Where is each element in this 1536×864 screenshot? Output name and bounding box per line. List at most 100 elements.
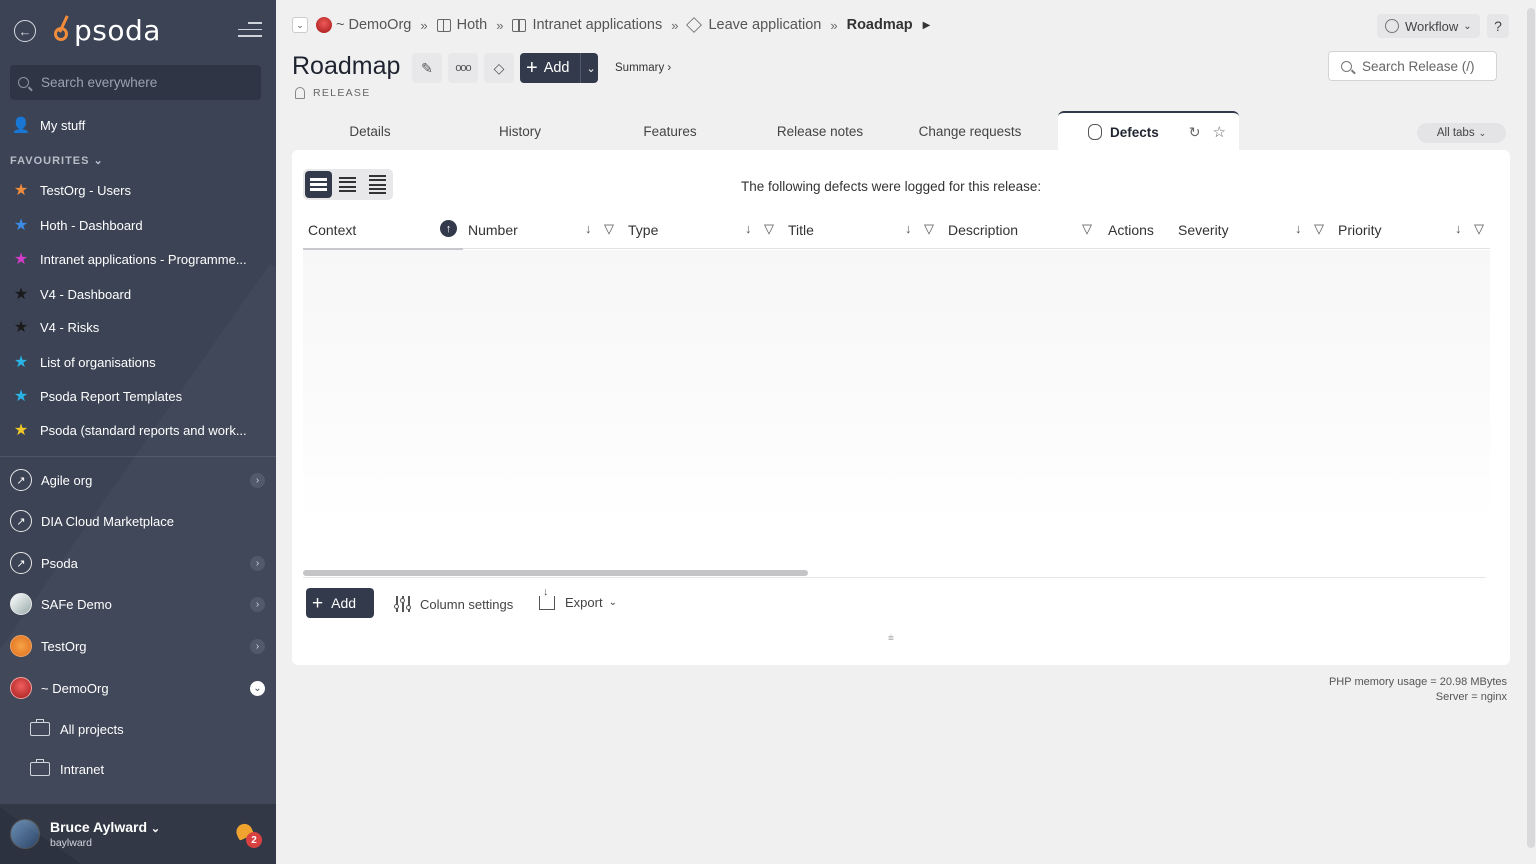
avatar[interactable] xyxy=(10,819,40,849)
breadcrumb-item[interactable]: ~ DemoOrg xyxy=(336,17,411,33)
sidebar-item-all-projects[interactable]: All projects xyxy=(30,714,124,744)
org-item-psoda[interactable]: ↗ Psoda › xyxy=(0,543,276,583)
vertical-scrollbar[interactable] xyxy=(1526,0,1536,864)
filter-icon[interactable]: ▽ xyxy=(604,221,614,237)
global-search[interactable] xyxy=(10,65,261,100)
chevron-down-icon[interactable]: ⌄ xyxy=(250,680,265,696)
dense-view-button[interactable] xyxy=(364,171,391,198)
help-button[interactable]: ? xyxy=(1487,14,1509,38)
org-label: DIA Cloud Marketplace xyxy=(41,513,174,529)
org-item-agile-org[interactable]: ↗ Agile org › xyxy=(0,460,276,500)
user-icon: 👤 xyxy=(11,117,31,134)
comfortable-view-button[interactable] xyxy=(305,171,333,198)
sort-icon[interactable]: ↓ xyxy=(1455,221,1462,236)
workflow-button[interactable]: Workflow ⌄ xyxy=(1377,14,1480,38)
column-header-description[interactable]: Description xyxy=(948,222,1018,238)
breadcrumb: ⌄ ~ DemoOrg » Hoth » Intranet applicatio… xyxy=(292,14,930,36)
release-search-input[interactable] xyxy=(1362,58,1492,74)
collapse-sidebar-icon[interactable] xyxy=(238,22,262,40)
org-item-safe-demo[interactable]: SAFe Demo › xyxy=(0,584,276,624)
chevron-right-icon[interactable]: › xyxy=(250,555,265,571)
breadcrumb-dropdown-icon[interactable]: ⌄ xyxy=(292,17,308,33)
column-header-severity[interactable]: Severity xyxy=(1178,222,1229,238)
column-header-type[interactable]: Type xyxy=(628,222,658,238)
tab-history[interactable]: History xyxy=(470,124,570,144)
sort-icon[interactable]: ↓ xyxy=(1295,221,1302,236)
refresh-icon[interactable]: ↻ xyxy=(1189,124,1201,141)
caret-right-icon[interactable]: ▶ xyxy=(923,20,931,31)
filter-icon[interactable]: ▽ xyxy=(924,221,934,237)
sort-icon[interactable]: ↓ xyxy=(585,221,592,236)
sliders-icon xyxy=(393,595,412,613)
favourite-item[interactable]: ★ Hoth - Dashboard xyxy=(0,210,276,240)
horizontal-scrollbar[interactable] xyxy=(303,570,808,576)
filter-icon[interactable]: ▽ xyxy=(1474,221,1484,237)
column-header-number[interactable]: Number xyxy=(468,222,518,238)
edit-button[interactable]: ✎ xyxy=(412,53,442,83)
org-item-testorg[interactable]: TestOrg › xyxy=(0,626,276,666)
star-outline-icon[interactable]: ☆ xyxy=(1213,123,1226,141)
table-body xyxy=(303,250,1490,520)
tab-features[interactable]: Features xyxy=(620,124,720,144)
star-icon: ★ xyxy=(13,182,29,199)
server-info: PHP memory usage = 20.98 MBytes Server =… xyxy=(1300,675,1507,705)
tab-defects[interactable]: Defects ↻ ☆ xyxy=(1058,111,1239,151)
favourite-item[interactable]: ★ Intranet applications - Programme... xyxy=(0,244,276,274)
column-header-title[interactable]: Title xyxy=(788,222,814,238)
sort-icon[interactable]: ↓ xyxy=(745,221,752,236)
filter-icon[interactable]: ▽ xyxy=(1314,221,1324,237)
chevron-right-icon[interactable]: › xyxy=(250,596,265,612)
breadcrumb-item[interactable]: Hoth xyxy=(457,17,488,33)
favourite-item[interactable]: ★ V4 - Risks xyxy=(0,312,276,342)
favourite-label: Psoda (standard reports and work... xyxy=(40,422,247,438)
filter-icon[interactable]: ▽ xyxy=(1082,221,1092,237)
org-item-demoorg[interactable]: ~ DemoOrg ⌄ xyxy=(0,668,276,708)
filter-icon[interactable]: ▽ xyxy=(764,221,774,237)
compact-view-button[interactable] xyxy=(334,171,361,198)
tab-details[interactable]: Details xyxy=(320,124,420,144)
breadcrumb-separator-icon: » xyxy=(420,17,428,33)
tab-release-notes[interactable]: Release notes xyxy=(765,124,875,144)
global-search-input[interactable] xyxy=(41,75,241,90)
sidebar-divider xyxy=(0,456,276,457)
add-button[interactable]: + Add ⌄ xyxy=(520,53,598,83)
all-tabs-button[interactable]: All tabs ⌄ xyxy=(1417,123,1506,143)
column-header-context[interactable]: Context xyxy=(308,222,356,238)
chevron-right-icon[interactable]: › xyxy=(250,638,265,654)
export-button[interactable]: Export ⌄ xyxy=(539,586,617,610)
add-defect-button[interactable]: + Add xyxy=(306,588,374,618)
chevron-right-icon[interactable]: › xyxy=(250,472,265,488)
more-options-button[interactable]: ooo xyxy=(448,53,478,83)
notifications-bell-icon[interactable]: 2 xyxy=(233,821,262,848)
breadcrumb-item[interactable]: Intranet applications xyxy=(532,17,662,33)
org-item-dia-cloud-marketplace[interactable]: ↗ DIA Cloud Marketplace xyxy=(0,501,276,541)
tab-change-requests[interactable]: Change requests xyxy=(910,124,1030,144)
sort-icon[interactable]: ↓ xyxy=(905,221,912,236)
sidebar-item-my-stuff[interactable]: 👤 My stuff xyxy=(0,110,276,140)
user-info[interactable]: Bruce Aylward ⌄ baylward xyxy=(50,819,160,849)
user-panel[interactable]: Bruce Aylward ⌄ baylward 2 xyxy=(0,804,276,864)
breadcrumb-item[interactable]: Leave application xyxy=(708,17,821,33)
column-header-priority[interactable]: Priority xyxy=(1338,222,1382,238)
favourite-item[interactable]: ★ List of organisations xyxy=(0,347,276,377)
psoda-logo[interactable]: psoda xyxy=(50,12,161,48)
sidebar-item-label: All projects xyxy=(60,721,124,737)
release-search[interactable] xyxy=(1328,51,1497,81)
column-header-actions[interactable]: Actions xyxy=(1108,222,1154,238)
favourite-item[interactable]: ★ Psoda Report Templates xyxy=(0,381,276,411)
resize-grip-icon[interactable]: ⩧ xyxy=(888,633,894,644)
tag-button[interactable]: ◇ xyxy=(484,53,514,83)
column-settings-button[interactable]: Column settings xyxy=(393,595,513,613)
chevron-down-icon[interactable]: ⌄ xyxy=(579,53,596,83)
sort-ascending-icon[interactable]: ↑ xyxy=(440,220,457,237)
favourite-item[interactable]: ★ TestOrg - Users xyxy=(0,175,276,205)
star-icon: ★ xyxy=(13,319,29,336)
back-icon[interactable]: ← xyxy=(14,20,36,42)
sidebar-item-intranet[interactable]: Intranet xyxy=(30,754,104,784)
favourite-item[interactable]: ★ Psoda (standard reports and work... xyxy=(0,415,276,445)
summary-link[interactable]: Summary › xyxy=(615,62,671,74)
favourite-item[interactable]: ★ V4 - Dashboard xyxy=(0,279,276,309)
tag-icon: ◇ xyxy=(493,59,505,76)
org-icon xyxy=(10,635,32,657)
favourites-heading[interactable]: FAVOURITES ⌄ xyxy=(10,154,104,167)
